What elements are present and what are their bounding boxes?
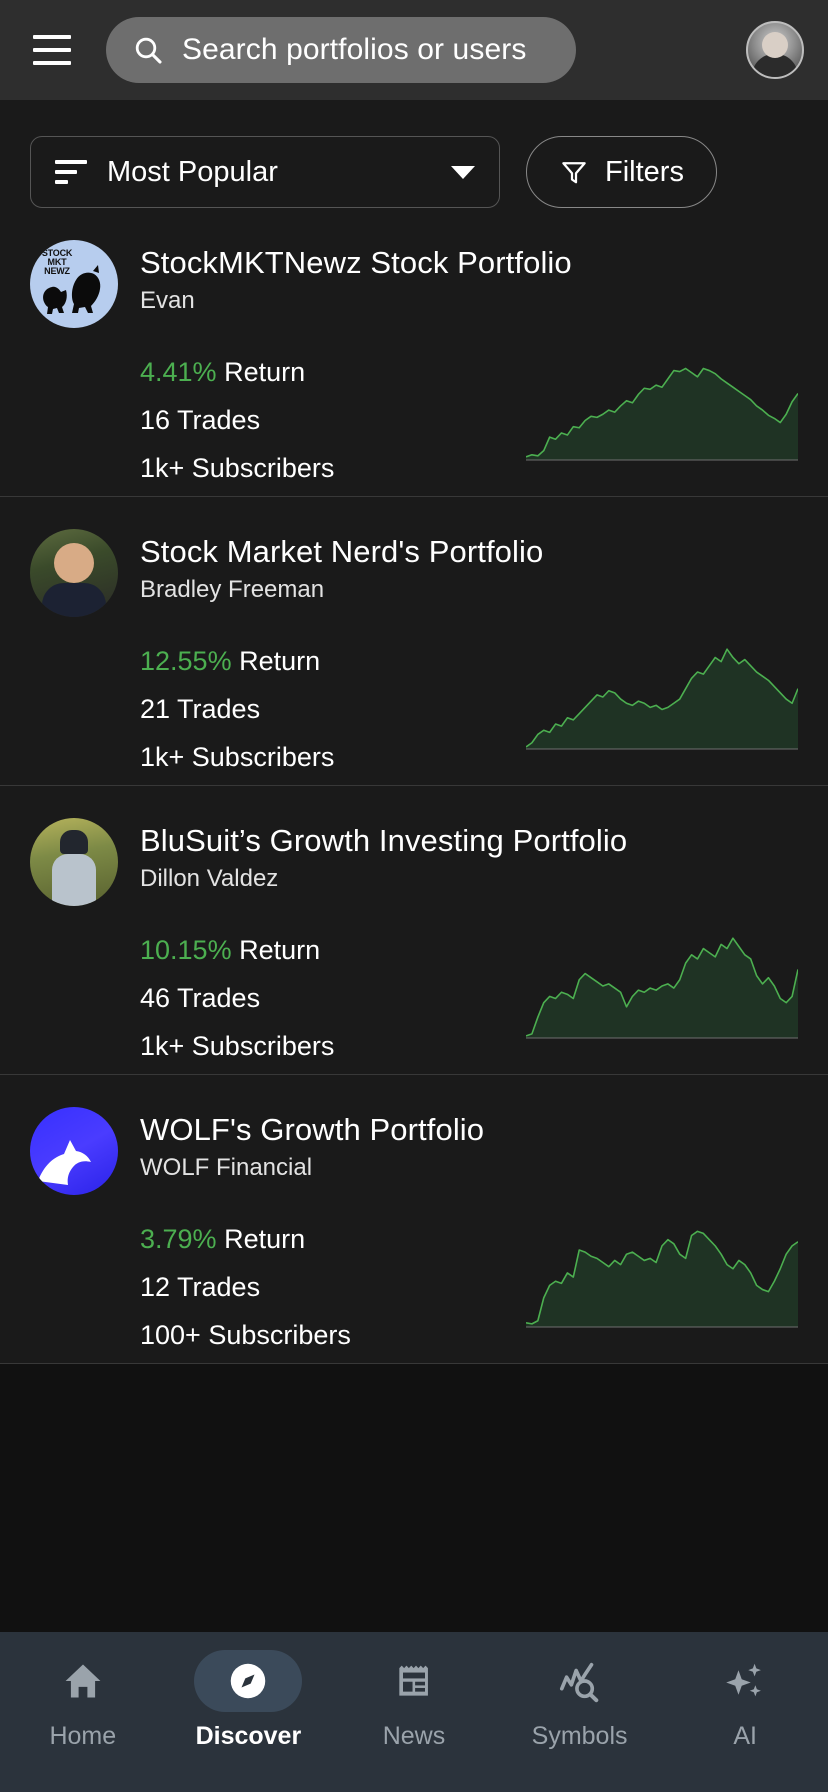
hamburger-bar <box>33 48 71 52</box>
portfolio-body: 10.15% Return 46 Trades 1k+ Subscribers <box>30 922 798 1070</box>
portfolio-title: StockMKTNewz Stock Portfolio <box>140 245 572 280</box>
nav-item-ai[interactable]: AI <box>662 1650 828 1751</box>
return-label: Return <box>224 357 306 387</box>
portfolio-title: WOLF's Growth Portfolio <box>140 1112 485 1147</box>
search-icon <box>135 37 162 64</box>
portfolio-sparkline <box>526 1217 798 1337</box>
nav-label-symbols: Symbols <box>531 1722 628 1750</box>
nav-label-discover: Discover <box>195 1722 302 1750</box>
wolf-icon <box>38 1140 91 1185</box>
app-header: Search portfolios or users <box>0 0 828 100</box>
portfolio-title-group: Stock Market Nerd's Portfolio Bradley Fr… <box>140 529 543 607</box>
portfolio-return: 10.15% Return <box>140 926 334 974</box>
return-value: 3.79% <box>140 1224 217 1254</box>
portfolio-card[interactable]: Stock Market Nerd's Portfolio Bradley Fr… <box>0 497 828 786</box>
return-label: Return <box>239 935 321 965</box>
portfolio-author: Evan <box>140 287 195 314</box>
sort-label: Most Popular <box>107 155 278 188</box>
portfolio-return: 4.41% Return <box>140 348 334 396</box>
portfolio-body: 12.55% Return 21 Trades 1k+ Subscribers <box>30 633 798 781</box>
search-placeholder: Search portfolios or users <box>182 33 527 66</box>
portfolio-subscribers: 1k+ Subscribers <box>140 1031 335 1061</box>
portfolio-avatar <box>30 1107 118 1195</box>
nav-item-discover[interactable]: Discover <box>166 1650 332 1751</box>
filters-label: Filters <box>605 155 684 188</box>
compass-icon <box>231 1663 266 1699</box>
hamburger-bar <box>33 61 71 65</box>
portfolio-subscribers: 100+ Subscribers <box>140 1320 351 1350</box>
portfolio-card[interactable]: BluSuit’s Growth Investing Portfolio Dil… <box>0 786 828 1075</box>
filter-toolbar: Most Popular Filters <box>0 100 828 208</box>
portfolio-header: BluSuit’s Growth Investing Portfolio Dil… <box>30 818 798 906</box>
sort-icon <box>55 160 87 184</box>
nav-label-news: News <box>382 1722 446 1750</box>
portfolio-stats: 4.41% Return 16 Trades 1k+ Subscribers <box>30 344 334 492</box>
portfolio-title-group: WOLF's Growth Portfolio WOLF Financial <box>140 1107 484 1185</box>
portfolio-author: Dillon Valdez <box>140 865 279 892</box>
portfolio-return: 12.55% Return <box>140 637 334 685</box>
portfolio-author: Bradley Freeman <box>140 576 325 603</box>
nav-item-symbols[interactable]: Symbols <box>497 1650 663 1751</box>
portfolio-sparkline <box>526 639 798 759</box>
portfolio-avatar <box>30 529 118 617</box>
portfolio-list: STOCK MKT NEWZ StockMKTNewz Stock Portfoli… <box>0 208 828 1364</box>
portfolio-body: 3.79% Return 12 Trades 100+ Subscribers <box>30 1211 798 1359</box>
funnel-icon <box>562 162 586 184</box>
chart-search-icon <box>559 1662 598 1703</box>
portfolio-title: BluSuit’s Growth Investing Portfolio <box>140 823 628 858</box>
return-value: 10.15% <box>140 935 232 965</box>
filters-button[interactable]: Filters <box>526 136 717 208</box>
portfolio-sparkline <box>526 350 798 470</box>
portfolio-card[interactable]: WOLF's Growth Portfolio WOLF Financial 3… <box>0 1075 828 1364</box>
portfolio-subscribers: 1k+ Subscribers <box>140 453 335 483</box>
newspaper-icon <box>399 1665 428 1696</box>
portfolio-header: WOLF's Growth Portfolio WOLF Financial <box>30 1107 798 1195</box>
nav-label-home: Home <box>49 1722 117 1750</box>
chevron-down-icon <box>451 165 475 179</box>
portfolio-author: WOLF Financial <box>140 1154 313 1181</box>
portfolio-subscribers: 1k+ Subscribers <box>140 742 335 772</box>
portfolio-title: Stock Market Nerd's Portfolio <box>140 534 544 569</box>
home-icon <box>65 1664 101 1698</box>
return-label: Return <box>224 1224 306 1254</box>
nav-label-ai: AI <box>733 1722 757 1750</box>
sort-dropdown[interactable]: Most Popular <box>30 136 500 208</box>
portfolio-trades: 21 Trades <box>140 694 261 724</box>
portfolio-title-group: BluSuit’s Growth Investing Portfolio Dil… <box>140 818 627 896</box>
hamburger-bar <box>33 35 71 39</box>
portfolio-avatar: STOCK MKT NEWZ <box>30 240 118 328</box>
portfolio-header: Stock Market Nerd's Portfolio Bradley Fr… <box>30 529 798 617</box>
return-value: 4.41% <box>140 357 217 387</box>
portfolio-stats: 12.55% Return 21 Trades 1k+ Subscribers <box>30 633 334 781</box>
portfolio-title-group: StockMKTNewz Stock Portfolio Evan <box>140 240 572 318</box>
nav-item-news[interactable]: News <box>331 1650 497 1751</box>
nav-item-home[interactable]: Home <box>0 1650 166 1751</box>
portfolio-body: 4.41% Return 16 Trades 1k+ Subscribers <box>30 344 798 492</box>
portfolio-trades: 46 Trades <box>140 983 261 1013</box>
return-label: Return <box>239 646 321 676</box>
portfolio-avatar <box>30 818 118 906</box>
search-input[interactable]: Search portfolios or users <box>106 17 576 83</box>
portfolio-header: STOCK MKT NEWZ StockMKTNewz Stock Portfoli… <box>30 240 798 328</box>
portfolio-sparkline <box>526 928 798 1048</box>
portfolio-trades: 16 Trades <box>140 405 261 435</box>
logo-text: STOCK MKT NEWZ <box>41 248 73 276</box>
portfolio-trades: 12 Trades <box>140 1272 261 1302</box>
hamburger-menu-icon[interactable] <box>24 22 80 78</box>
portfolio-return: 3.79% Return <box>140 1215 351 1263</box>
portfolio-card[interactable]: STOCK MKT NEWZ StockMKTNewz Stock Portfoli… <box>0 208 828 497</box>
return-value: 12.55% <box>140 646 232 676</box>
portfolio-stats: 10.15% Return 46 Trades 1k+ Subscribers <box>30 922 334 1070</box>
avatar[interactable] <box>746 21 804 79</box>
portfolio-stats: 3.79% Return 12 Trades 100+ Subscribers <box>30 1211 351 1359</box>
sparkles-icon <box>726 1663 762 1697</box>
bottom-navigation: Home Discover News Symbols AI <box>0 1632 828 1792</box>
